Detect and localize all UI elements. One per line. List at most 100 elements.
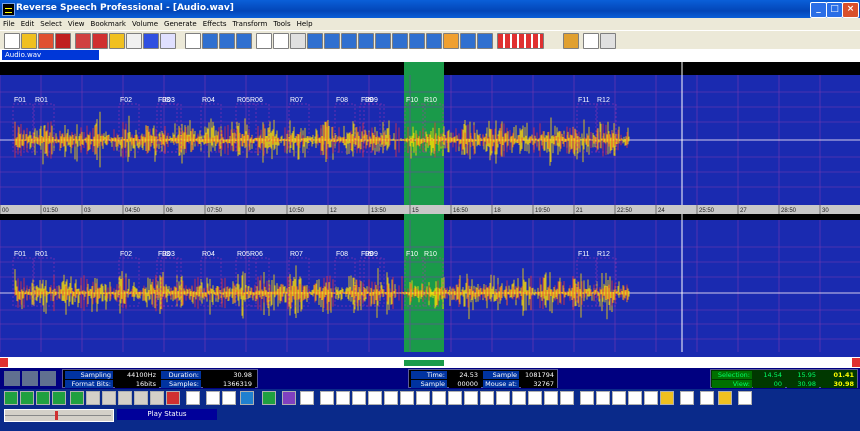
zoom-region-icon[interactable] [528,391,542,405]
dual-view-icon[interactable] [40,371,56,386]
stop-icon[interactable] [150,391,164,405]
overwrite-icon[interactable] [392,33,408,49]
pause-icon[interactable] [134,391,148,405]
undo-icon[interactable] [185,33,201,49]
waves-icon[interactable] [738,391,752,405]
reverse-arrows-icon[interactable] [497,33,544,49]
menu-edit[interactable]: Edit [18,18,38,30]
zoom-selection-icon[interactable] [368,391,382,405]
app-icon[interactable] [2,3,15,16]
paste-icon[interactable] [219,33,235,49]
mix-icon[interactable] [307,33,323,49]
stack-icon[interactable] [477,33,493,49]
stop-all-icon[interactable] [563,33,579,49]
mixer-icon[interactable] [109,33,125,49]
channel-both-icon[interactable] [282,391,296,405]
cursor-icon[interactable] [580,391,594,405]
minimize-button[interactable]: _ [810,2,827,18]
cut-icon[interactable] [256,33,272,49]
export-icon[interactable] [718,391,732,405]
zoom-reset-icon[interactable] [448,391,462,405]
zoom-vertical-icon[interactable] [416,391,430,405]
waveform-icon[interactable] [160,33,176,49]
delete-icon[interactable] [273,33,289,49]
maximize-button[interactable]: □ [826,2,843,18]
channel-left-icon[interactable] [240,391,254,405]
replace-icon[interactable] [375,33,391,49]
scroll-bar[interactable] [0,357,860,368]
unlink-icon[interactable] [644,391,658,405]
search-icon[interactable] [583,33,599,49]
scroll-left-icon[interactable] [0,358,8,367]
waveform-view[interactable]: F01 R01 F02 F03 R03 R04 R05 R06 R07 F08 F09 R09 F10 R… [0,62,860,357]
play-reverse-icon[interactable] [20,391,34,405]
save-icon[interactable] [55,33,71,49]
play-to-end-icon[interactable] [86,391,100,405]
position-slider[interactable] [4,409,114,422]
menu-volume[interactable]: Volume [129,18,161,30]
zoom-next-icon[interactable] [480,391,494,405]
record-icon[interactable] [166,391,180,405]
rewind-icon[interactable] [102,391,116,405]
note-icon[interactable] [660,391,674,405]
menu-bookmark[interactable]: Bookmark [88,18,129,30]
paste-mix-icon[interactable] [409,33,425,49]
crossfade-icon[interactable] [341,33,357,49]
trim-icon[interactable] [290,33,306,49]
zoom-out-icon[interactable] [336,391,350,405]
menu-generate[interactable]: Generate [161,18,200,30]
copy-icon[interactable] [202,33,218,49]
close-button[interactable]: × [842,2,859,18]
scroll-right-icon[interactable] [852,358,860,367]
tab-audio-wav[interactable]: Audio.wav [2,50,99,60]
scroll-thumb[interactable] [404,360,444,366]
zoom-fit-icon[interactable] [544,391,558,405]
fast-forward-icon[interactable] [118,391,132,405]
record-settings-icon[interactable] [75,33,91,49]
layers-icon[interactable] [460,33,476,49]
eye-icon[interactable] [680,391,694,405]
play-loop-icon[interactable] [70,391,84,405]
headphones-icon[interactable] [206,391,220,405]
zoom-full-icon[interactable] [352,391,366,405]
open-folder-icon[interactable] [21,33,37,49]
zoom-left-icon[interactable] [384,391,398,405]
menu-tools[interactable]: Tools [270,18,293,30]
zoom-marker-icon[interactable] [512,391,526,405]
menu-file[interactable]: File [0,18,18,30]
playlist-icon[interactable] [700,391,714,405]
paste-loop-icon[interactable] [426,33,442,49]
menu-transform[interactable]: Transform [230,18,271,30]
insert-icon[interactable] [324,33,340,49]
paste-new-icon[interactable] [236,33,252,49]
play-icon[interactable] [4,391,18,405]
close-file-icon[interactable] [38,33,54,49]
play-forward-icon[interactable] [36,391,50,405]
zoom-in-icon[interactable] [320,391,334,405]
waveform-canvas[interactable]: F01 R01 F02 F03R03 R04 R05 R06 R07 F08 F09R09 F10 R… [0,62,860,357]
menu-help[interactable]: Help [294,18,316,30]
snap-icon[interactable] [300,391,314,405]
play-selection-icon[interactable] [52,391,66,405]
position-slider-thumb[interactable] [55,411,58,420]
help-icon[interactable] [600,33,616,49]
menu-effects[interactable]: Effects [200,18,230,30]
region-icon[interactable] [612,391,626,405]
spectral-view-icon[interactable] [22,371,38,386]
menu-select[interactable]: Select [37,18,65,30]
loop-toggle-icon[interactable] [186,391,200,405]
menu-view[interactable]: View [65,18,88,30]
zoom-right-icon[interactable] [400,391,414,405]
equalizer-icon[interactable] [126,33,142,49]
properties-icon[interactable] [92,33,108,49]
marker-icon[interactable] [596,391,610,405]
channel-right-icon[interactable] [262,391,276,405]
zoom-cursor-icon[interactable] [496,391,510,405]
checkmark-icon[interactable] [560,391,574,405]
mono-icon[interactable] [222,391,236,405]
waveform-view-icon[interactable] [4,371,20,386]
zoom-horizontal-icon[interactable] [432,391,446,405]
new-file-icon[interactable] [4,33,20,49]
append-icon[interactable] [358,33,374,49]
link-icon[interactable] [628,391,642,405]
